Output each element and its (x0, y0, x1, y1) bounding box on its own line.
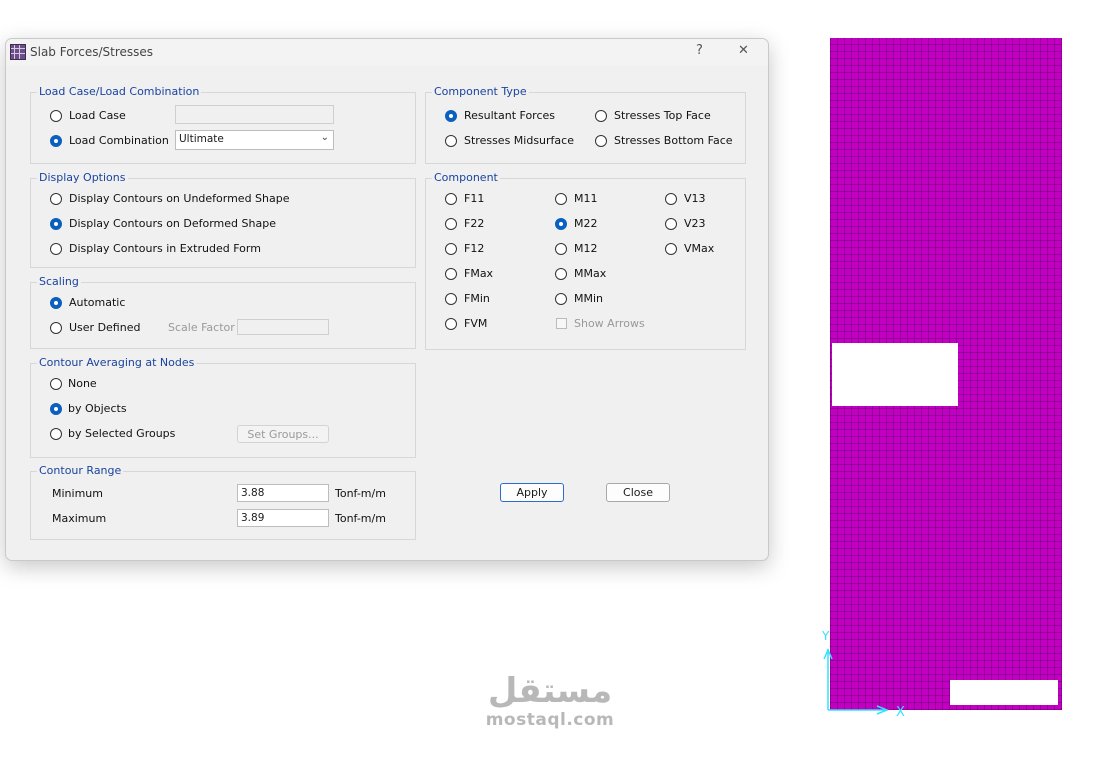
component-fvm-label: FVM (464, 317, 488, 330)
component-m11-label: M11 (574, 192, 598, 205)
component-f11-label: F11 (464, 192, 485, 205)
component-type-label: Component Type (432, 85, 529, 98)
scale-factor-field[interactable] (237, 319, 329, 335)
component-m11-radio[interactable] (555, 193, 567, 205)
component-mmin-label: MMin (574, 292, 604, 305)
component-m12-radio[interactable] (555, 243, 567, 255)
load-combination-radio[interactable] (50, 135, 62, 147)
close-icon[interactable]: ✕ (738, 43, 749, 58)
maximum-field[interactable]: 3.89 (237, 509, 329, 527)
slab-grid-icon (10, 44, 26, 60)
scaling-user-defined-radio[interactable] (50, 322, 62, 334)
title-bar[interactable]: Slab Forces/Stresses ? ✕ (6, 39, 768, 66)
load-combination-select[interactable]: Ultimate ⌄ (175, 130, 334, 150)
component-m22-radio[interactable] (555, 218, 567, 230)
component-v23-label: V23 (684, 217, 706, 230)
averaging-by-groups-radio[interactable] (50, 428, 62, 440)
scaling-label: Scaling (37, 275, 81, 288)
component-type-group (425, 92, 746, 164)
maximum-unit: Tonf-m/m (335, 512, 386, 525)
component-mmax-radio[interactable] (555, 268, 567, 280)
load-combination-label: Load Combination (69, 134, 169, 147)
display-options-label: Display Options (37, 171, 128, 184)
watermark-arabic: مستقل (487, 671, 613, 711)
display-undeformed-radio[interactable] (50, 193, 62, 205)
maximum-label: Maximum (52, 512, 107, 525)
component-fmin-radio[interactable] (445, 293, 457, 305)
component-f12-radio[interactable] (445, 243, 457, 255)
averaging-none-radio[interactable] (50, 378, 62, 390)
stresses-midsurface-label: Stresses Midsurface (464, 134, 574, 147)
component-vmax-label: VMax (684, 242, 715, 255)
load-case-label: Load Case (69, 109, 126, 122)
scaling-user-defined-label: User Defined (69, 321, 141, 334)
load-case-group (30, 92, 416, 164)
averaging-none-label: None (68, 377, 97, 390)
component-vmax-radio[interactable] (665, 243, 677, 255)
watermark: مستقل mostaql.com (470, 672, 630, 730)
stresses-bottom-face-radio[interactable] (595, 135, 607, 147)
stresses-top-face-radio[interactable] (595, 110, 607, 122)
resultant-forces-radio[interactable] (445, 110, 457, 122)
slab-opening (950, 680, 1058, 705)
component-fmax-radio[interactable] (445, 268, 457, 280)
display-undeformed-label: Display Contours on Undeformed Shape (69, 192, 290, 205)
axis-triad: Y X (821, 629, 905, 720)
averaging-label: Contour Averaging at Nodes (37, 356, 197, 369)
display-deformed-radio[interactable] (50, 218, 62, 230)
component-fmax-label: FMax (464, 267, 494, 280)
scaling-automatic-radio[interactable] (50, 297, 62, 309)
watermark-latin: mostaql.com (485, 710, 615, 730)
averaging-by-groups-label: by Selected Groups (68, 427, 176, 440)
display-extruded-radio[interactable] (50, 243, 62, 255)
close-button[interactable]: Close (606, 483, 670, 502)
stresses-midsurface-radio[interactable] (445, 135, 457, 147)
show-arrows-label: Show Arrows (574, 317, 645, 330)
stresses-bottom-face-label: Stresses Bottom Face (614, 134, 733, 147)
minimum-label: Minimum (52, 487, 103, 500)
component-v13-label: V13 (684, 192, 706, 205)
load-case-group-label: Load Case/Load Combination (37, 85, 202, 98)
minimum-unit: Tonf-m/m (335, 487, 386, 500)
stresses-top-face-label: Stresses Top Face (614, 109, 711, 122)
load-combination-value: Ultimate (179, 133, 224, 145)
slab-contour-plot (830, 38, 1062, 710)
minimum-field[interactable]: 3.88 (237, 484, 329, 502)
component-v13-radio[interactable] (665, 193, 677, 205)
component-f12-label: F12 (464, 242, 485, 255)
help-button[interactable]: ? (696, 43, 703, 58)
display-extruded-label: Display Contours in Extruded Form (69, 242, 261, 255)
set-groups-button[interactable]: Set Groups... (237, 425, 329, 443)
slab-opening (832, 343, 958, 406)
scale-factor-label: Scale Factor (168, 321, 235, 334)
component-fmin-label: FMin (464, 292, 490, 305)
show-arrows-checkbox[interactable] (556, 318, 567, 329)
component-f11-radio[interactable] (445, 193, 457, 205)
component-mmin-radio[interactable] (555, 293, 567, 305)
component-f22-label: F22 (464, 217, 485, 230)
component-m22-label: M22 (574, 217, 598, 230)
component-fvm-radio[interactable] (445, 318, 457, 330)
y-axis-label: Y (821, 629, 830, 643)
chevron-down-icon: ⌄ (320, 132, 329, 143)
slab-forces-dialog: Slab Forces/Stresses ? ✕ Load Case/Load … (5, 38, 769, 561)
component-f22-radio[interactable] (445, 218, 457, 230)
dialog-title: Slab Forces/Stresses (30, 45, 154, 59)
component-m12-label: M12 (574, 242, 598, 255)
component-mmax-label: MMax (574, 267, 607, 280)
resultant-forces-label: Resultant Forces (464, 109, 556, 122)
averaging-by-objects-label: by Objects (68, 402, 127, 415)
scaling-group (30, 282, 416, 349)
component-v23-radio[interactable] (665, 218, 677, 230)
contour-range-group (30, 471, 416, 540)
load-case-field[interactable] (175, 105, 334, 124)
display-deformed-label: Display Contours on Deformed Shape (69, 217, 276, 230)
contour-range-label: Contour Range (37, 464, 124, 477)
averaging-by-objects-radio[interactable] (50, 403, 62, 415)
load-case-radio[interactable] (50, 110, 62, 122)
apply-button[interactable]: Apply (500, 483, 564, 502)
scaling-automatic-label: Automatic (69, 296, 126, 309)
component-label: Component (432, 171, 500, 184)
x-axis-label: X (896, 705, 905, 720)
